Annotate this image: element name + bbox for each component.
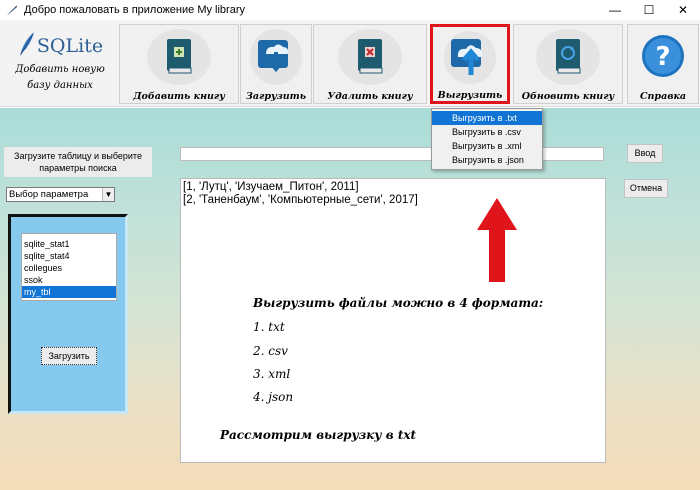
- sqlite-logo-button[interactable]: SQLite Добавить новую базу данных: [4, 24, 116, 104]
- output-line: [2, 'Таненбаум', 'Компьютерные_сети', 20…: [183, 194, 418, 206]
- download-button[interactable]: Загрузить: [240, 24, 312, 104]
- cancel-button[interactable]: Отмена: [624, 179, 668, 198]
- update-book-label: Обновить книгу: [521, 91, 615, 102]
- delete-book-label: Удалить книгу: [327, 91, 413, 102]
- book-refresh-icon: [553, 37, 583, 78]
- add-book-button[interactable]: Добавить книгу: [119, 24, 239, 104]
- add-book-label: Добавить книгу: [133, 91, 225, 102]
- help-button[interactable]: ? Справка: [627, 24, 699, 104]
- parameter-select[interactable]: Выбор параметра ▼: [6, 187, 115, 202]
- help-icon: ?: [640, 33, 686, 82]
- table-list-item[interactable]: sqlite_stat4: [22, 250, 116, 262]
- menu-item-export-csv[interactable]: Выгрузить в .csv: [432, 125, 542, 139]
- main-area: Загрузите таблицу и выберите параметры п…: [0, 108, 700, 490]
- enter-button[interactable]: Ввод: [627, 144, 663, 163]
- parameter-select-value: Выбор параметра: [9, 189, 89, 200]
- menu-item-export-xml[interactable]: Выгрузить в .xml: [432, 139, 542, 153]
- toolbar: SQLite Добавить новую базу данных Добави…: [0, 20, 700, 107]
- title-bar: Добро пожаловать в приложение My library…: [0, 0, 700, 20]
- maximize-button[interactable]: ☐: [632, 0, 666, 20]
- menu-item-export-json[interactable]: Выгрузить в .json: [432, 153, 542, 167]
- cloud-download-icon: [256, 36, 296, 79]
- table-list-item[interactable]: sqlite_stat1: [22, 238, 116, 250]
- export-button[interactable]: Выгрузить: [430, 24, 510, 104]
- book-add-icon: [164, 37, 194, 78]
- load-table-instructions: Загрузите таблицу и выберите параметры п…: [4, 147, 152, 177]
- output-textarea[interactable]: [1, 'Лутц', 'Изучаем_Питон', 2011] [2, '…: [180, 178, 606, 463]
- note-format-json: 4. json: [253, 390, 294, 404]
- table-list-item[interactable]: collegues: [22, 262, 116, 274]
- output-line: [1, 'Лутц', 'Изучаем_Питон', 2011]: [183, 181, 359, 193]
- load-table-button[interactable]: Загрузить: [41, 347, 97, 365]
- feather-icon: [4, 2, 20, 18]
- chevron-down-icon[interactable]: ▼: [102, 188, 114, 201]
- table-panel: sqlite_stat1 sqlite_stat4 collegues ssok…: [8, 214, 128, 414]
- download-label: Загрузить: [246, 91, 306, 102]
- update-book-button[interactable]: Обновить книгу: [513, 24, 623, 104]
- table-list-item[interactable]: ssok: [22, 274, 116, 286]
- logo-subtitle-2: базу данных: [27, 80, 93, 91]
- book-delete-icon: [355, 37, 385, 78]
- minimize-button[interactable]: —: [598, 0, 632, 20]
- note-format-txt: 1. txt: [253, 320, 285, 334]
- table-list-item-selected[interactable]: my_tbl: [22, 286, 116, 298]
- export-label: Выгрузить: [437, 90, 503, 101]
- menu-item-export-txt[interactable]: Выгрузить в .txt: [432, 111, 542, 125]
- help-label: Справка: [639, 91, 687, 102]
- window-title: Добро пожаловать в приложение My library: [24, 4, 245, 16]
- logo-brand: SQLite: [36, 34, 104, 57]
- red-arrow-icon: [475, 196, 519, 287]
- note-heading: Выгрузить файлы можно в 4 формата:: [253, 296, 544, 310]
- table-listbox[interactable]: sqlite_stat1 sqlite_stat4 collegues ssok…: [21, 233, 117, 301]
- logo-subtitle-1: Добавить новую: [15, 64, 105, 75]
- svg-text:?: ?: [655, 42, 670, 72]
- note-footer: Рассмотрим выгрузку в txt: [220, 428, 417, 442]
- close-button[interactable]: ✕: [666, 0, 700, 20]
- export-menu: Выгрузить в .txt Выгрузить в .csv Выгруз…: [431, 108, 543, 170]
- note-format-csv: 2. csv: [253, 344, 288, 358]
- cloud-upload-icon: [449, 35, 491, 80]
- note-format-xml: 3. xml: [253, 367, 291, 381]
- feather-logo-icon: [17, 30, 37, 61]
- delete-book-button[interactable]: Удалить книгу: [313, 24, 427, 104]
